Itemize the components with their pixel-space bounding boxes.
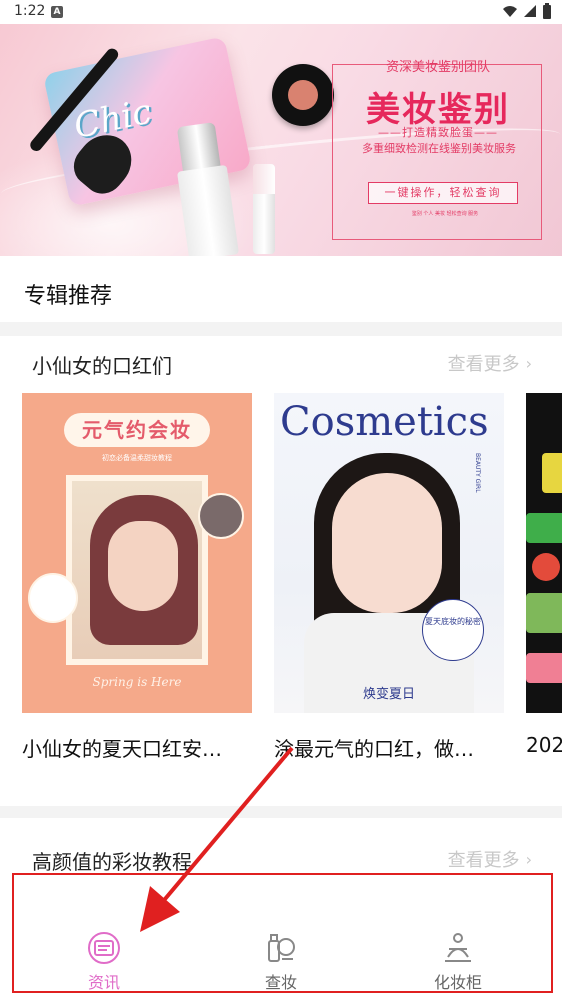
bottom-navigation: 资讯 查妆 化妆柜 [0,899,562,999]
lipstick-circle [28,573,78,623]
lipstick-tube-image [253,164,275,254]
makeup-cabinet-icon [445,933,471,962]
cover-footer: Spring is Here [92,675,182,689]
nav-label-check-cosmetics: 查妆 [264,973,297,992]
cover-side-text: BEAUTY GIRL [474,453,481,493]
section-divider [0,322,562,336]
nav-tab-news[interactable]: 资讯 [44,931,164,993]
chevron-right-icon: › [525,849,532,869]
view-more-link[interactable]: 查看更多 › [448,846,532,872]
notification-indicator-icon: A [51,6,63,18]
nav-tab-check-cosmetics[interactable]: 查妆 [221,931,341,993]
card-cover-image: 元气约会妆 初恋必备温柔甜妆教程 Spring is Here [22,393,252,713]
cover-subtitle: 初恋必备温柔甜妆教程 [102,454,172,462]
cover-portrait [66,475,208,665]
view-more-link[interactable]: 查看更多 › [448,350,532,376]
view-more-label: 查看更多 [447,354,520,375]
cosmetics-check-icon [268,934,295,962]
banner-slogan: ——打造精致脸蛋—— [378,126,498,139]
chevron-right-icon: › [525,353,532,373]
card-cover-image: Cosmetics BEAUTY GIRL 夏天底妆的秘密 焕变夏日 [274,393,504,713]
promo-banner[interactable]: Chic 资深美妆鉴别团队 美妆鉴别 ——打造精致脸蛋—— 多重细致检测在线鉴别… [0,24,562,256]
eyeshadow-circle [198,493,244,539]
cover-heading: Cosmetics [280,399,489,445]
nav-tab-makeup-cabinet[interactable]: 化妆柜 [398,931,518,993]
banner-small-print: 鉴别 个人 美妆 轻松查询 服务 [411,211,479,217]
banner-service-text: 多重细致检测在线鉴别美妆服务 [362,142,516,155]
status-bar: 1:22 A [0,0,562,24]
album-card-carousel[interactable]: 元气约会妆 初恋必备温柔甜妆教程 Spring is Here 小仙女的夏天口红… [0,393,562,773]
section-title: 专辑推荐 [24,284,113,309]
card-cover-image [526,393,562,713]
cover-badge: 夏天底妆的秘密 [422,599,484,661]
status-time: 1:22 [14,3,46,19]
news-icon [88,932,120,964]
compact-powder-image [272,64,334,126]
card-title: 涂最元气的口红，做… [274,737,474,761]
battery-icon [543,3,551,19]
cover-bottom-text: 焕变夏日 [362,687,415,702]
banner-team-text: 资深美妆鉴别团队 [385,60,490,75]
signal-icon [524,5,536,17]
wifi-icon [503,6,517,17]
album-title: 小仙女的口红们 [32,354,172,378]
card-title: 小仙女的夏天口红安… [22,737,222,761]
album-title: 高颜值的彩妆教程 [32,850,192,874]
card-title: 202 [526,733,562,757]
cover-heading: 元气约会妆 [64,413,210,447]
album-divider [0,806,562,818]
nav-label-makeup-cabinet: 化妆柜 [433,973,482,992]
banner-query-button[interactable]: 一键操作，轻松查询 [368,182,518,204]
view-more-label: 查看更多 [447,850,520,871]
album-lipsticks: 小仙女的口红们 查看更多 › 元气约会妆 初恋必备温柔甜妆教程 Spring i… [0,336,562,806]
nav-label-news: 资讯 [87,973,120,992]
section-header: 专辑推荐 [0,256,562,322]
album-tutorials: 高颜值的彩妆教程 查看更多 › [0,818,562,899]
status-icons [502,3,552,19]
